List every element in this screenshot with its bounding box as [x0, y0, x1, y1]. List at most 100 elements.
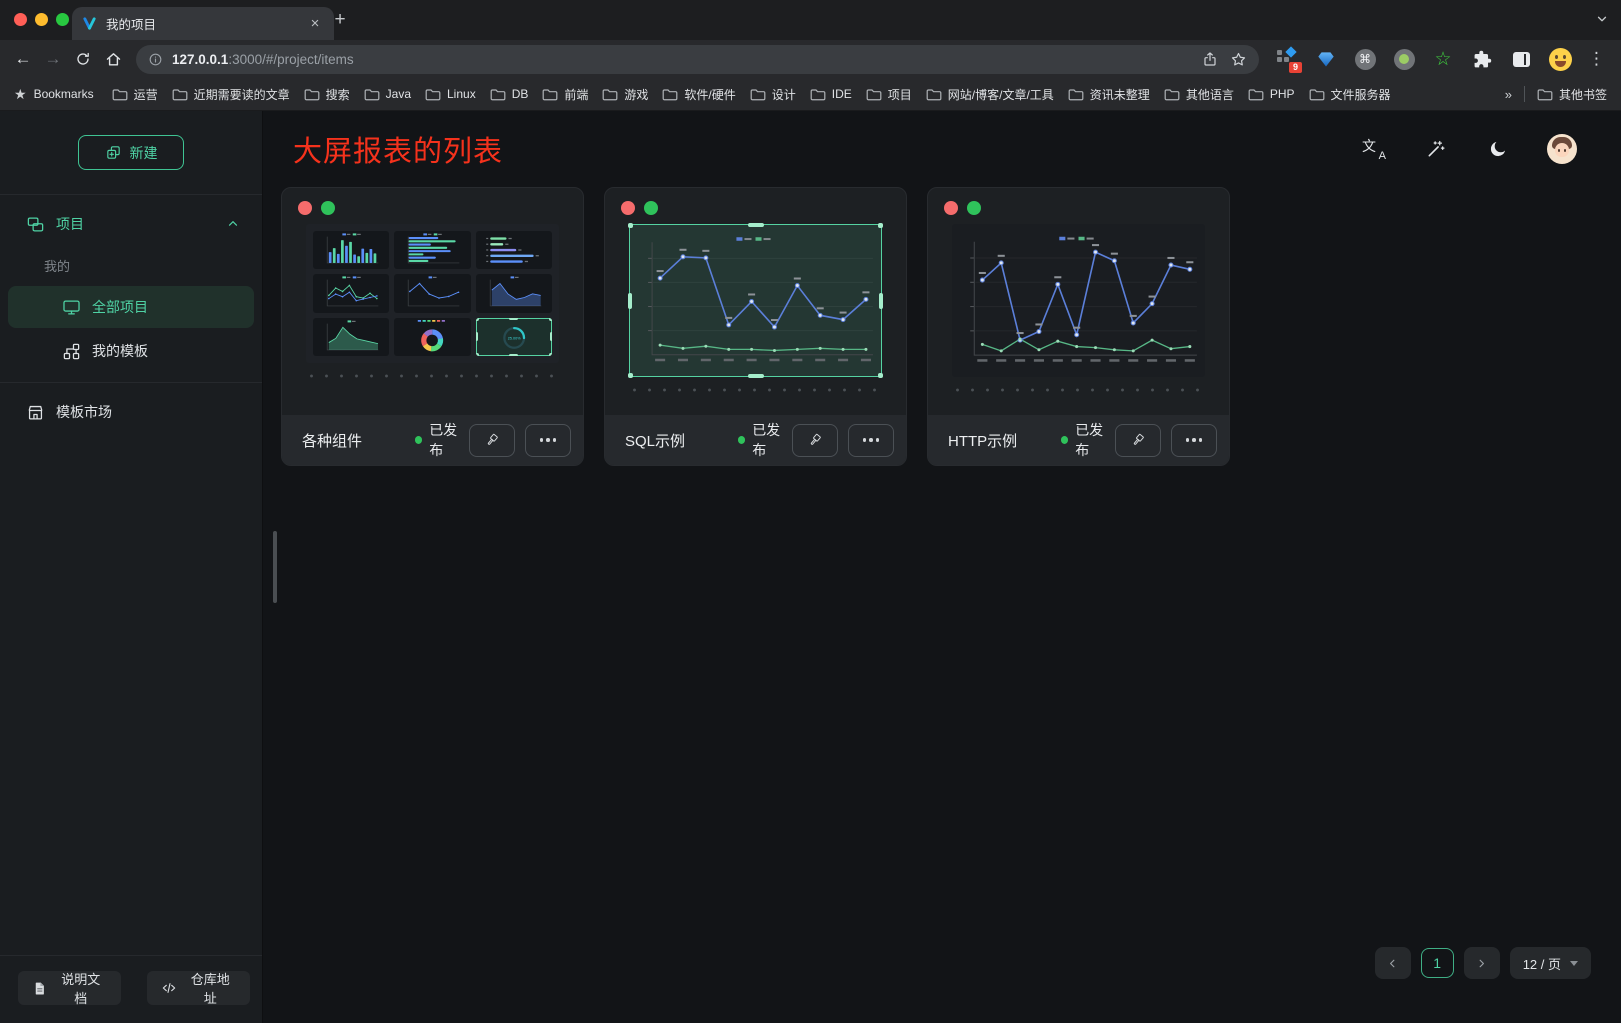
selection-handle[interactable] [476, 332, 478, 341]
extensions-puzzle-icon[interactable] [1470, 46, 1494, 72]
more-options-button[interactable] [1171, 424, 1217, 457]
magic-wand-icon[interactable] [1423, 136, 1449, 162]
bookmark-folder-label: PHP [1270, 87, 1295, 101]
selection-handle[interactable] [628, 223, 633, 228]
bookmark-folder-label: 前端 [564, 86, 588, 103]
folder-icon [926, 88, 942, 101]
selection-handle[interactable] [476, 318, 479, 321]
more-options-button[interactable] [848, 424, 894, 457]
project-card-sql[interactable]: SQL示例 已发布 [604, 187, 907, 466]
scrollbar-thumb[interactable] [273, 531, 277, 603]
bookmark-folder[interactable]: PHP [1248, 86, 1295, 103]
extension-cmd-icon[interactable]: ⌘ [1353, 46, 1377, 72]
bookmarks-label[interactable]: Bookmarks [34, 87, 94, 101]
reload-button[interactable] [68, 44, 98, 74]
browser-menu-icon[interactable]: ⋮ [1580, 49, 1613, 69]
tab-search-button[interactable] [1595, 12, 1609, 31]
bookmark-folder[interactable]: 运营 [112, 86, 158, 103]
folder-icon [1537, 88, 1553, 101]
project-card-http[interactable]: HTTP示例 已发布 [927, 187, 1230, 466]
project-card-components[interactable]: 25.00% 各种组件 已发布 [281, 187, 584, 466]
new-tab-button[interactable]: + [328, 8, 352, 32]
selection-handle[interactable] [878, 223, 883, 228]
repo-button[interactable]: 仓库地址 [147, 971, 251, 1005]
selection-handle[interactable] [549, 353, 552, 356]
bookmark-folder[interactable]: 游戏 [602, 86, 648, 103]
mini-chart [313, 231, 389, 269]
bookmark-folder[interactable]: IDE [810, 86, 852, 103]
selection-handle[interactable] [550, 332, 552, 341]
translate-icon[interactable]: 文A [1361, 136, 1387, 162]
sidebar-item-my-templates[interactable]: 我的模板 [8, 330, 254, 372]
selection-handle[interactable] [509, 354, 518, 356]
bookmark-star-icon[interactable] [1230, 51, 1247, 68]
bookmark-folder[interactable]: 网站/博客/文章/工具 [926, 86, 1054, 103]
selected-gauge-widget[interactable]: 25.00% [476, 318, 552, 356]
selection-handle[interactable] [748, 223, 764, 227]
page-size-select[interactable]: 12 / 页 [1510, 947, 1591, 979]
selection-handle[interactable] [476, 353, 479, 356]
profile-avatar-icon[interactable] [1548, 46, 1572, 72]
home-button[interactable] [98, 44, 128, 74]
selection-handle[interactable] [628, 293, 632, 309]
bookmark-folder[interactable]: Linux [425, 86, 476, 103]
window-close-button[interactable] [14, 13, 27, 26]
card-thumbnail[interactable]: 25.00% [306, 224, 559, 363]
edit-workbench-button[interactable] [792, 424, 838, 457]
more-options-button[interactable] [525, 424, 571, 457]
docs-button[interactable]: 说明文档 [18, 971, 121, 1005]
sidebar-item-template-market[interactable]: 模板市场 [8, 391, 254, 433]
bookmark-folder[interactable]: 前端 [542, 86, 588, 103]
dark-mode-moon-icon[interactable] [1485, 136, 1511, 162]
selection-handle[interactable] [878, 373, 883, 378]
card-thumbnail[interactable] [629, 224, 882, 377]
side-panel-icon[interactable] [1509, 46, 1533, 72]
address-bar[interactable]: 127.0.0.1 :3000/#/project/items [136, 45, 1259, 74]
browser-tab[interactable]: 我的项目 × [72, 7, 334, 40]
extension-gem-icon[interactable] [1314, 46, 1338, 72]
other-bookmarks-button[interactable]: 其他书签 [1537, 86, 1607, 103]
bookmark-folder[interactable]: 搜索 [304, 86, 350, 103]
edit-workbench-button[interactable] [469, 424, 515, 457]
prev-page-button[interactable] [1375, 947, 1411, 979]
back-button[interactable]: ← [8, 44, 38, 74]
forward-button: → [38, 44, 68, 74]
selection-handle[interactable] [509, 318, 518, 320]
projects-icon [26, 215, 45, 234]
bookmark-folder[interactable]: 其他语言 [1164, 86, 1234, 103]
bookmark-folder[interactable]: 文件服务器 [1309, 86, 1391, 103]
bookmarks-overflow-button[interactable]: » [1505, 87, 1512, 102]
extension-metrics-icon[interactable]: 9 [1275, 46, 1299, 72]
sidebar-item-all-projects[interactable]: 全部项目 [8, 286, 254, 328]
page-header: 大屏报表的列表 文A [263, 111, 1621, 187]
card-thumbnail[interactable] [952, 224, 1205, 377]
tab-close-icon[interactable]: × [306, 15, 324, 32]
bookmark-folder[interactable]: DB [490, 86, 529, 103]
bookmark-folder[interactable]: Java [364, 86, 411, 103]
edit-workbench-button[interactable] [1115, 424, 1161, 457]
selection-handle[interactable] [748, 374, 764, 378]
bookmark-folder[interactable]: 设计 [750, 86, 796, 103]
bookmark-folder[interactable]: 项目 [866, 86, 912, 103]
share-icon[interactable] [1202, 51, 1218, 67]
next-page-button[interactable] [1464, 947, 1500, 979]
extension-recorder-icon[interactable] [1392, 46, 1416, 72]
site-info-icon[interactable] [148, 52, 163, 67]
bookmark-folder[interactable]: 近期需要读的文章 [172, 86, 290, 103]
sidebar-group-label: 我的 [0, 247, 262, 284]
page-number-button[interactable]: 1 [1421, 948, 1454, 978]
new-project-button[interactable]: 新建 [78, 135, 184, 170]
extension-star-icon[interactable]: ☆ [1431, 46, 1455, 72]
bookmark-folder[interactable]: 软件/硬件 [662, 86, 735, 103]
selection-handle[interactable] [549, 318, 552, 321]
bookmark-folder[interactable]: 资讯未整理 [1068, 86, 1150, 103]
window-zoom-button[interactable] [56, 13, 69, 26]
bookmarks-star-icon[interactable]: ★ [14, 86, 27, 103]
user-avatar[interactable] [1547, 134, 1577, 164]
selection-handle[interactable] [879, 293, 883, 309]
window-minimize-button[interactable] [35, 13, 48, 26]
selection-handle[interactable] [628, 373, 633, 378]
chevron-down-icon [1570, 961, 1578, 966]
sidebar-section-projects[interactable]: 项目 [0, 201, 262, 247]
chevron-up-icon[interactable] [226, 217, 240, 231]
